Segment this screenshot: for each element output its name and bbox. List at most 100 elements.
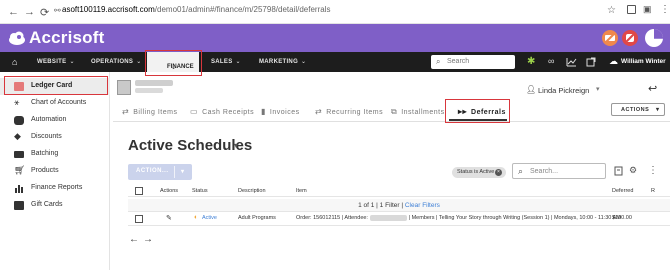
chart-icon[interactable] [566, 57, 577, 67]
chevron-down-icon: ▾ [656, 107, 660, 113]
grid-info-bar: 1 of 1 | 1 Filter | Clear Filters [128, 199, 670, 212]
column-header[interactable]: R [651, 188, 655, 194]
search-placeholder: Search [447, 58, 470, 65]
global-search-input[interactable]: ⌕ Search [431, 55, 515, 69]
table-header-divider [128, 196, 670, 197]
accounts-icon: ⚹ [14, 97, 20, 107]
tab-recurring-items[interactable]: ⇄ Recurring Items [315, 107, 383, 116]
sidebar-item-chart-of-accounts[interactable]: ⚹ Chart of Accounts [0, 95, 110, 112]
gift-icon [14, 201, 24, 210]
nav-sales[interactable]: SALES ⌄ [211, 58, 241, 65]
cloud-logo-icon [9, 31, 25, 45]
search-icon: ⌕ [518, 166, 524, 176]
account-id-redacted [135, 88, 163, 93]
tabs-divider [113, 121, 670, 122]
highlight-deferrals [445, 99, 510, 123]
row-checkbox[interactable] [135, 215, 143, 223]
pie-chart-icon[interactable] [644, 28, 664, 48]
divider [174, 166, 175, 178]
actions-button[interactable]: ACTIONS ▾ [611, 103, 665, 116]
sidebar-item-products[interactable]: 🛒︎ Products [0, 163, 110, 180]
tab-invoices[interactable]: ▮ Invoices [261, 107, 300, 116]
browser-toolbar: ← → ⟳ ⚯ asoft100119.accrisoft.com/demo01… [0, 0, 670, 24]
chevron-down-icon: ▾ [181, 169, 185, 175]
back-arrow-icon[interactable]: ↩ [648, 82, 657, 95]
nav-marketing[interactable]: MARKETING ⌄ [259, 58, 306, 65]
highlight-ledger-card [4, 76, 108, 95]
row-deferred-amount: $100.00 [612, 215, 632, 221]
address-bar[interactable]: asoft100119.accrisoft.com/demo01/admin#/… [62, 5, 330, 14]
bar-chart-icon [15, 185, 23, 193]
forward-icon[interactable]: → [24, 6, 35, 18]
user-name[interactable]: William Winter [621, 58, 666, 65]
forbidden-red-icon[interactable] [621, 29, 639, 47]
tag-icon: ◆ [14, 131, 21, 141]
column-header[interactable]: Actions [160, 188, 178, 194]
sidebar-panel-icon[interactable] [627, 5, 636, 14]
nav-operations[interactable]: OPERATIONS ⌄ [91, 58, 142, 65]
bulk-action-button[interactable]: ACTION... ▾ [128, 164, 192, 180]
row-item: Order: 156012115 | Attendee: Linda Pickr… [296, 215, 621, 221]
chevron-down-icon: ⌄ [235, 59, 241, 65]
back-icon[interactable]: ← [8, 6, 19, 18]
search-icon: ⌕ [436, 57, 441, 66]
status-dot-icon: ◐ [194, 214, 199, 221]
folder-icon [14, 151, 24, 158]
filter-chip[interactable]: Status is Active × [452, 167, 506, 178]
grid-search-input[interactable]: ⌕ Search... [512, 163, 606, 179]
tab-cash-receipts[interactable]: ▭ Cash Receipts [190, 107, 254, 116]
account-name-redacted [135, 80, 173, 86]
main-nav: ⌂ WEBSITE ⌄ OPERATIONS ⌄ SALES ⌄ MARKETING ⌄… [0, 52, 670, 72]
brand-logo[interactable]: Accrisoft [8, 28, 105, 48]
sidebar-item-discounts[interactable]: ◆ Discounts [0, 129, 110, 146]
highlight-finance [145, 50, 202, 76]
tab-installments[interactable]: ⧉ Installments [391, 107, 445, 117]
chevron-down-icon: ⌄ [301, 59, 307, 65]
home-icon[interactable]: ⌂ [12, 57, 17, 67]
chevron-down-icon: ⌄ [136, 59, 142, 65]
browser-menu-icon[interactable]: ⋮ [660, 4, 670, 15]
profile-icon[interactable]: ▣ [643, 4, 652, 15]
app-header: Accrisoft [0, 24, 670, 52]
sidebar-item-batching[interactable]: Batching [0, 146, 110, 163]
column-header[interactable]: Status [192, 188, 208, 194]
external-link-icon[interactable] [586, 57, 596, 67]
export-icon[interactable] [614, 166, 623, 176]
next-page-icon[interactable]: → [143, 234, 153, 245]
column-header[interactable]: Description [238, 188, 266, 194]
clear-filters-link[interactable]: Clear Filters [405, 202, 440, 209]
nav-website[interactable]: WEBSITE ⌄ [37, 58, 75, 65]
sidebar-item-gift-cards[interactable]: Gift Cards [0, 197, 110, 214]
person-icon: 👤︎ [526, 85, 537, 94]
column-header[interactable]: Deferred [612, 188, 633, 194]
cart-icon: 🛒︎ [14, 165, 26, 175]
tab-billing-items[interactable]: ⇄ Billing Items [122, 107, 177, 116]
invoice-icon: ▮ [261, 107, 266, 116]
chevron-down-icon[interactable]: ▾ [234, 141, 238, 150]
recurring-icon: ⇄ [315, 107, 323, 116]
chevron-down-icon[interactable]: ▾ [596, 85, 600, 93]
column-header[interactable]: Item [296, 188, 307, 194]
page-count: 1 of 1 [358, 202, 375, 209]
previous-page-icon[interactable]: ← [129, 234, 139, 245]
gear-icon[interactable]: ⚙ [629, 165, 637, 176]
link-icon[interactable]: ∞ [548, 56, 554, 66]
row-description: Adult Programs [238, 215, 276, 221]
edit-pencil-icon[interactable]: ✎ [166, 214, 172, 222]
sidebar-item-automation[interactable]: Automation [0, 112, 110, 129]
select-all-checkbox[interactable] [135, 187, 143, 195]
more-options-icon[interactable]: ⋮ [648, 165, 658, 176]
status-badge: Active [202, 215, 217, 221]
bookmark-star-icon[interactable]: ☆ [607, 5, 616, 16]
gear-icon[interactable]: ✱ [527, 56, 535, 67]
close-icon[interactable]: × [495, 169, 502, 176]
forbidden-orange-icon[interactable] [601, 29, 619, 47]
url-host: asoft100119.accrisoft.com [62, 5, 155, 14]
site-info-icon[interactable]: ⚯ [54, 6, 61, 15]
reload-icon[interactable]: ⟳ [40, 6, 49, 19]
sidebar-item-finance-reports[interactable]: Finance Reports [0, 180, 110, 197]
account-owner[interactable]: Linda Pickreign [538, 86, 589, 95]
search-placeholder: Search... [530, 168, 559, 175]
redacted-attendee: Linda Pickreign [369, 215, 408, 221]
brand-name: Accrisoft [29, 28, 105, 47]
